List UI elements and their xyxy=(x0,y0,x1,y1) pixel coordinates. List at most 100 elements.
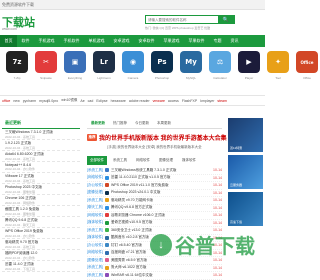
nav-item-9[interactable]: 专题 xyxy=(209,35,226,47)
tag-link[interactable]: hexaware xyxy=(111,99,126,103)
table-row[interactable]: [系统工具] 驱动精灵 v9.70 万能网卡版 10-14 xyxy=(87,197,222,205)
nav-item-8[interactable]: 苹果软件 xyxy=(184,35,209,47)
tag-link[interactable]: win10镜像 xyxy=(61,98,77,103)
tag-link[interactable]: vmware xyxy=(153,99,165,103)
app-tile[interactable]: 7z 7-Zip xyxy=(5,51,29,95)
nav-item-2[interactable]: 手机游戏 xyxy=(34,35,59,47)
row-title[interactable]: 三叉戟Windows系统工具箱 7.3.1.0 正式版 xyxy=(111,168,210,173)
tag-link[interactable]: FlashFXP xyxy=(182,99,197,103)
row-title[interactable]: Photoshop 2023 v24.0.1 中文版 xyxy=(111,190,210,195)
row-category[interactable]: [聊天工具] xyxy=(87,205,105,210)
app-tile[interactable]: ✂ Snipaste xyxy=(34,51,58,95)
list-item[interactable]: 腾讯QQ 9.6.8 正式版 2022-10-04 · 聊天工具 xyxy=(2,217,80,228)
tab-3[interactable]: 本周更新 xyxy=(153,121,175,126)
app-tile[interactable]: ▣ Everything xyxy=(63,51,87,95)
tag-link[interactable]: steam xyxy=(217,99,227,103)
app-tile[interactable]: Lr Lightroom xyxy=(92,51,116,95)
nav-item-1[interactable]: 软件 xyxy=(17,35,34,47)
row-title[interactable]: 爱奇艺视频 v10.9.5 官方版 xyxy=(111,220,210,225)
list-item[interactable]: VMware 17 正式版 2022-10-04 · 系统工具 xyxy=(2,173,80,184)
app-tile[interactable]: My MySQL xyxy=(179,51,203,95)
app-tile[interactable]: ▶ Player xyxy=(237,51,261,95)
nav-item-10[interactable]: 资讯 xyxy=(226,35,243,47)
row-category[interactable]: [媒体软件] xyxy=(87,220,105,225)
list-item[interactable]: Photoshop 2023 中文版 2022-10-04 · 图像处理 xyxy=(2,184,80,195)
nav-item-3[interactable]: 手机软件 xyxy=(59,35,84,47)
list-item[interactable]: 截图工具 1.2.0 免费版 2022-10-04 · 图像处理 xyxy=(2,206,80,217)
category-tab-1[interactable]: 系统工具 xyxy=(110,156,130,165)
row-category[interactable]: [系统工具] xyxy=(87,198,105,203)
tag-link[interactable]: cad xyxy=(88,99,94,103)
search-input[interactable] xyxy=(146,16,218,23)
row-category[interactable]: [系统工具] xyxy=(87,273,105,278)
row-title[interactable]: 驱动精灵 v9.70 万能网卡版 xyxy=(111,198,210,203)
sub-headline[interactable]: [手游] 我的世界版本大全 [安卓] 我的世界手机版最新版本大全 xyxy=(87,145,222,150)
app-tile[interactable]: ✦ Tool xyxy=(266,51,290,95)
app-tile[interactable]: ◉ Camera xyxy=(121,51,145,95)
nav-item-6[interactable]: 安卓软件 xyxy=(134,35,159,47)
nav-item-5[interactable]: 安卓游戏 xyxy=(109,35,134,47)
table-row[interactable]: [网络软件] 谷歌浏览器 Chrome v106.0 正式版 10-14 xyxy=(87,212,222,220)
row-category[interactable]: [网络软件] xyxy=(87,213,105,218)
list-item[interactable]: Notepad++ 8.4.6 2022-10-04 · 办公软件 xyxy=(2,162,80,173)
table-row[interactable]: [图像处理] Photoshop 2023 v24.0.1 中文版 10-14 xyxy=(87,190,222,197)
row-category[interactable]: [图像处理] xyxy=(87,190,105,195)
row-title[interactable]: 鲁大师 v6.1022 官方版 xyxy=(111,265,210,270)
table-row[interactable]: [媒体软件] 爱奇艺视频 v10.9.5 官方版 10-14 xyxy=(87,220,222,227)
row-category[interactable]: [网络软件] xyxy=(87,250,105,255)
tag-link[interactable]: new xyxy=(13,99,19,103)
table-row[interactable]: [网络软件] 迅雷 11.4.0.2110 正式版 v1.0.5 官方版 10-14 xyxy=(87,175,222,182)
ad-banner-2[interactable]: 高速下载 xyxy=(228,192,263,226)
category-tab-0[interactable]: 全部软件 xyxy=(87,156,107,165)
tag-link[interactable]: adobe reader xyxy=(129,99,150,103)
tag-link[interactable]: Eclipse xyxy=(96,99,107,103)
row-title[interactable]: 腾讯QQ v9.6.8 官方正式版 xyxy=(111,205,210,210)
row-category[interactable]: [系统工具] xyxy=(87,265,105,270)
tab-2[interactable]: 今日更新 xyxy=(131,121,153,126)
list-item[interactable]: 1.9.2.123 正式版 2022-10-04 · 系统工具 xyxy=(2,140,80,151)
row-category[interactable]: [网络软件] xyxy=(87,175,105,180)
tag-link[interactable]: Ae xyxy=(80,99,84,103)
nav-item-7[interactable]: 苹果游戏 xyxy=(159,35,184,47)
app-tile[interactable]: ⚖ Calculator xyxy=(208,51,232,95)
list-item[interactable]: 驱动精灵 9.70 官方版 2022-10-04 · 系统工具 xyxy=(2,239,80,250)
app-tile[interactable]: Office Office xyxy=(295,51,319,95)
row-title[interactable]: 迅雷 11.4.0.2110 正式版 v1.0.5 官方版 xyxy=(111,175,210,180)
tab-1[interactable]: 热门推荐 xyxy=(109,121,131,126)
hot-search-words[interactable]: 热门: 微信 QQ 迅雷 WPS photoshop 爱奇艺 优酷 xyxy=(145,26,210,30)
table-row[interactable]: [系统工具] WinRAR v6.11 64位中文版 10-14 xyxy=(87,272,222,280)
ad-banner-0[interactable]: 双11特惠 xyxy=(228,118,263,152)
tag-link[interactable]: pycharm xyxy=(23,99,36,103)
category-tab-3[interactable]: 图像处理 xyxy=(156,156,176,165)
list-item[interactable]: WPS Office 2019 免费版 2022-10-04 · 办公软件 xyxy=(2,228,80,239)
row-category[interactable]: [办公软件] xyxy=(87,183,105,188)
list-item[interactable]: Aida64 6.80.6200 正式版 2022-10-04 · 系统工具 xyxy=(2,151,80,162)
nav-item-0[interactable]: 首页 xyxy=(0,35,17,47)
row-category[interactable]: [图像处理] xyxy=(87,258,105,263)
row-category[interactable]: [系统工具] xyxy=(87,228,105,233)
headline[interactable]: 推荐 我的世界手机版新版本 我的世界手游基本大合集 xyxy=(87,133,227,142)
list-item[interactable]: 迅雷 11.4.0 正式版 2022-10-04 · 下载工具 xyxy=(2,261,80,272)
tag-link[interactable]: mysql5.0pro xyxy=(39,99,58,103)
tag-link[interactable]: access xyxy=(168,99,179,103)
list-item[interactable]: 福昕PDF阅读器 12.0 2022-10-04 · 办公软件 xyxy=(2,250,80,261)
table-row[interactable]: [系统工具] 三叉戟Windows系统工具箱 7.3.1.0 正式版 10-14 xyxy=(87,167,222,175)
row-category[interactable]: [媒体软件] xyxy=(87,235,105,240)
table-row[interactable]: [聊天工具] 腾讯QQ v9.6.8 官方正式版 10-14 xyxy=(87,205,222,212)
row-title[interactable]: WinRAR v6.11 64位中文版 xyxy=(111,273,210,278)
category-tab-4[interactable]: 媒体软件 xyxy=(179,156,199,165)
tab-0[interactable]: 最新更新 xyxy=(87,121,109,126)
category-tab-2[interactable]: 网络软件 xyxy=(133,156,153,165)
ad-banner-1[interactable]: 云服务器 xyxy=(228,155,263,189)
row-title[interactable]: 谷歌浏览器 Chrome v106.0 正式版 xyxy=(111,213,210,218)
app-tile[interactable]: Ps Photoshop xyxy=(150,51,174,95)
row-title[interactable]: WPS Office 2019 v11.1.0 官方免费版 xyxy=(111,183,210,188)
table-row[interactable]: [系统工具] 鲁大师 v6.1022 官方版 10-14 xyxy=(87,265,222,272)
tag-link[interactable]: kmplayer xyxy=(200,99,214,103)
row-category[interactable]: [办公软件] xyxy=(87,243,105,248)
list-item[interactable]: Chrome 106 正式版 2022-10-04 · 网络软件 xyxy=(2,195,80,206)
search-button[interactable]: 🔍 xyxy=(218,16,234,23)
table-row[interactable]: [办公软件] WPS Office 2019 v11.1.0 官方免费版 10-14 xyxy=(87,182,222,190)
nav-item-4[interactable]: 单机游戏 xyxy=(84,35,109,47)
row-category[interactable]: [系统工具] xyxy=(87,168,105,173)
